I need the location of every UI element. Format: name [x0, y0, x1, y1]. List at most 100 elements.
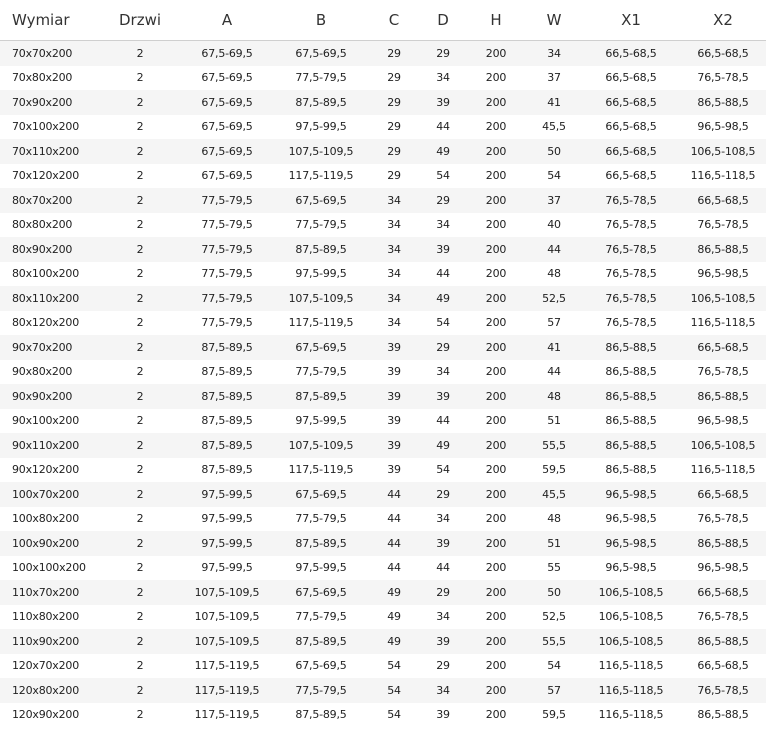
cell-drzwi: 2	[100, 531, 180, 556]
cell-x1: 106,5-108,5	[582, 629, 680, 654]
cell-wymiar: 90x100x200	[0, 408, 100, 433]
cell-wymiar: 80x90x200	[0, 237, 100, 262]
cell-w: 50	[526, 580, 582, 605]
cell-a: 67,5-69,5	[180, 65, 274, 90]
cell-c: 34	[368, 237, 420, 262]
cell-x1: 66,5-68,5	[582, 163, 680, 188]
cell-b: 77,5-79,5	[274, 506, 368, 531]
cell-w: 54	[526, 163, 582, 188]
cell-d: 54	[420, 310, 466, 335]
table-row: 80x120x200 2 77,5-79,5 117,5-119,5 34 54 200 57…	[0, 310, 766, 335]
cell-drzwi: 2	[100, 555, 180, 580]
cell-drzwi: 2	[100, 310, 180, 335]
cell-d: 39	[420, 531, 466, 556]
cell-wymiar: 80x120x200	[0, 310, 100, 335]
cell-b: 97,5-99,5	[274, 261, 368, 286]
cell-a: 77,5-79,5	[180, 212, 274, 237]
cell-x1: 76,5-78,5	[582, 237, 680, 262]
cell-c: 44	[368, 555, 420, 580]
cell-x1: 116,5-118,5	[582, 678, 680, 703]
cell-wymiar: 100x80x200	[0, 506, 100, 531]
cell-b: 67,5-69,5	[274, 188, 368, 213]
cell-h: 200	[466, 604, 526, 629]
table-row: 70x70x200 2 67,5-69,5 67,5-69,5 29 29 200 34 66,…	[0, 40, 766, 66]
cell-w: 55,5	[526, 629, 582, 654]
cell-b: 97,5-99,5	[274, 408, 368, 433]
cell-c: 49	[368, 629, 420, 654]
cell-h: 200	[466, 114, 526, 139]
cell-c: 29	[368, 40, 420, 66]
cell-wymiar: 100x100x200	[0, 555, 100, 580]
cell-wymiar: 80x80x200	[0, 212, 100, 237]
cell-w: 40	[526, 212, 582, 237]
cell-drzwi: 2	[100, 506, 180, 531]
cell-h: 200	[466, 482, 526, 507]
cell-b: 77,5-79,5	[274, 359, 368, 384]
cell-b: 87,5-89,5	[274, 384, 368, 409]
table-row: 90x120x200 2 87,5-89,5 117,5-119,5 39 54 200 59…	[0, 457, 766, 482]
table-row: 110x90x200 2 107,5-109,5 87,5-89,5 49 39 200 55…	[0, 629, 766, 654]
cell-h: 200	[466, 212, 526, 237]
cell-a: 67,5-69,5	[180, 163, 274, 188]
cell-drzwi: 2	[100, 65, 180, 90]
cell-h: 200	[466, 310, 526, 335]
cell-x1: 86,5-88,5	[582, 433, 680, 458]
cell-b: 107,5-109,5	[274, 139, 368, 164]
cell-x2: 86,5-88,5	[680, 531, 766, 556]
table-row: 70x110x200 2 67,5-69,5 107,5-109,5 29 49 200 50…	[0, 139, 766, 164]
cell-d: 29	[420, 482, 466, 507]
cell-x2: 106,5-108,5	[680, 433, 766, 458]
cell-a: 87,5-89,5	[180, 335, 274, 360]
cell-h: 200	[466, 163, 526, 188]
cell-wymiar: 100x70x200	[0, 482, 100, 507]
cell-a: 67,5-69,5	[180, 90, 274, 115]
cell-h: 200	[466, 702, 526, 727]
cell-h: 200	[466, 90, 526, 115]
cell-d: 49	[420, 433, 466, 458]
cell-drzwi: 2	[100, 482, 180, 507]
cell-a: 97,5-99,5	[180, 482, 274, 507]
cell-x1: 86,5-88,5	[582, 335, 680, 360]
cell-c: 54	[368, 653, 420, 678]
cell-wymiar: 70x80x200	[0, 65, 100, 90]
cell-w: 41	[526, 90, 582, 115]
cell-x2: 76,5-78,5	[680, 506, 766, 531]
cell-x1: 76,5-78,5	[582, 212, 680, 237]
cell-x1: 86,5-88,5	[582, 359, 680, 384]
header-x2: X2	[680, 0, 766, 41]
table-row: 110x70x200 2 107,5-109,5 67,5-69,5 49 29 200 50…	[0, 580, 766, 605]
cell-c: 34	[368, 310, 420, 335]
cell-a: 97,5-99,5	[180, 506, 274, 531]
cell-d: 44	[420, 261, 466, 286]
cell-x2: 66,5-68,5	[680, 482, 766, 507]
cell-a: 107,5-109,5	[180, 629, 274, 654]
cell-drzwi: 2	[100, 261, 180, 286]
cell-d: 34	[420, 506, 466, 531]
cell-wymiar: 70x100x200	[0, 114, 100, 139]
cell-w: 45,5	[526, 114, 582, 139]
cell-h: 200	[466, 433, 526, 458]
table-row: 100x70x200 2 97,5-99,5 67,5-69,5 44 29 200 45,5…	[0, 482, 766, 507]
cell-d: 54	[420, 457, 466, 482]
cell-x1: 116,5-118,5	[582, 653, 680, 678]
header-x1: X1	[582, 0, 680, 41]
header-a: A	[180, 0, 274, 41]
cell-a: 77,5-79,5	[180, 261, 274, 286]
cell-drzwi: 2	[100, 139, 180, 164]
cell-x2: 76,5-78,5	[680, 212, 766, 237]
cell-x2: 76,5-78,5	[680, 359, 766, 384]
table-row: 80x80x200 2 77,5-79,5 77,5-79,5 34 34 200 40 76,…	[0, 212, 766, 237]
cell-b: 87,5-89,5	[274, 702, 368, 727]
table-row: 90x90x200 2 87,5-89,5 87,5-89,5 39 39 200 48 86,…	[0, 384, 766, 409]
cell-w: 59,5	[526, 702, 582, 727]
cell-x1: 76,5-78,5	[582, 310, 680, 335]
cell-x1: 76,5-78,5	[582, 188, 680, 213]
cell-b: 67,5-69,5	[274, 482, 368, 507]
cell-d: 44	[420, 408, 466, 433]
header-w: W	[526, 0, 582, 41]
table-row: 80x90x200 2 77,5-79,5 87,5-89,5 34 39 200 44 76,…	[0, 237, 766, 262]
cell-h: 200	[466, 506, 526, 531]
cell-c: 39	[368, 408, 420, 433]
cell-h: 200	[466, 65, 526, 90]
cell-w: 34	[526, 40, 582, 66]
